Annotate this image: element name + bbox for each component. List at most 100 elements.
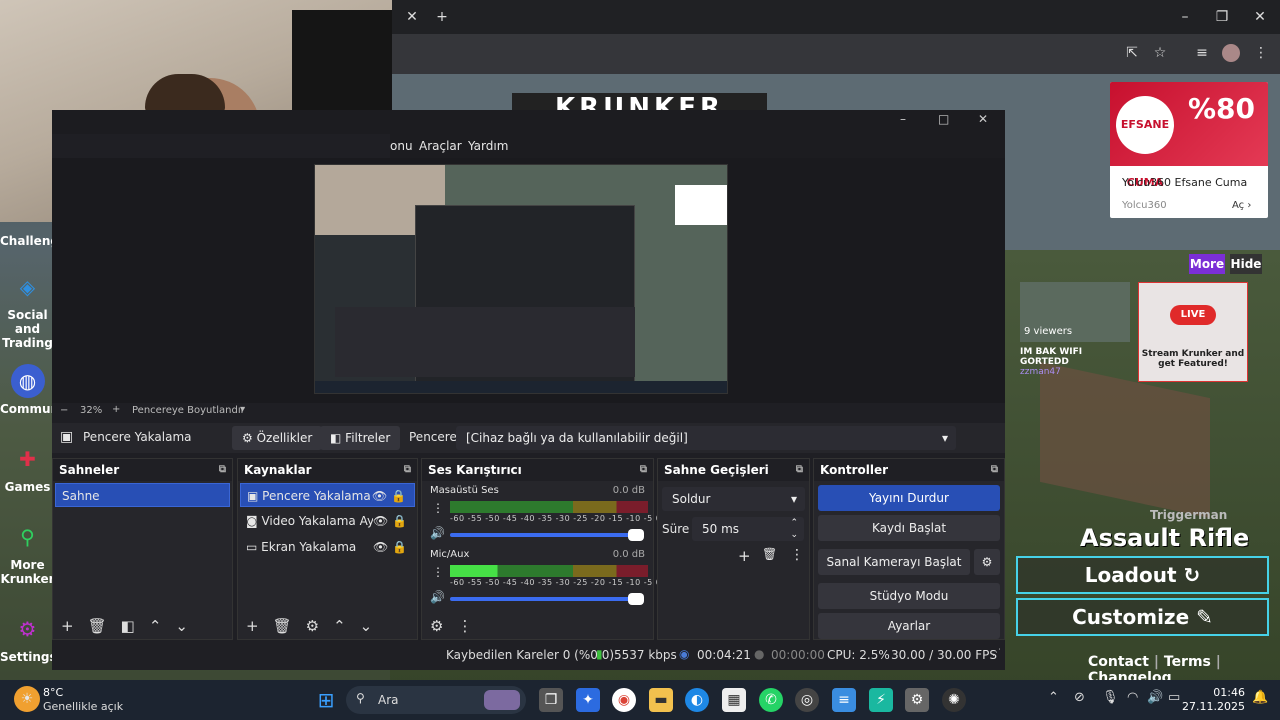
resize-grip-icon[interactable]: ⋰ xyxy=(992,648,1001,658)
contact-link[interactable]: Contact xyxy=(1088,654,1149,670)
trash-icon[interactable]: 🗑 xyxy=(88,617,107,635)
stream-card[interactable]: 9 viewers IM BAK WIFI GORTEDD zzman47 xyxy=(1020,282,1130,382)
preview-canvas[interactable] xyxy=(314,164,728,394)
close-window-icon[interactable]: ✕ xyxy=(1246,3,1274,31)
filters-button[interactable]: ◧ Filtreler xyxy=(320,426,401,450)
close-tab-icon[interactable]: ✕ xyxy=(398,3,426,31)
source-item[interactable]: ▣ Pencere Yakalama 👁 🔒 xyxy=(240,483,415,507)
add-icon[interactable]: + xyxy=(246,617,259,635)
tray-app-icon[interactable]: ⊘ xyxy=(1074,690,1085,705)
kebab-menu-icon[interactable]: ⋮ xyxy=(432,501,444,515)
chevron-up-icon[interactable]: ⌃ xyxy=(149,617,162,635)
notepad-icon[interactable]: ≡ xyxy=(832,688,856,712)
media-icon[interactable]: ≡ xyxy=(1188,39,1216,67)
bookmark-star-icon[interactable]: ☆ xyxy=(1146,39,1174,67)
avatar[interactable] xyxy=(1222,44,1240,62)
maximize-icon[interactable]: □ xyxy=(938,112,949,126)
sidebar-item-games[interactable]: ✚ Games xyxy=(0,442,55,494)
ad-banner[interactable]: EFSANE CUMA %80 Yolcu360 Efsane Cuma Yol… xyxy=(1110,82,1268,218)
start-virtual-camera-button[interactable]: Sanal Kamerayı Başlat xyxy=(818,549,970,575)
source-item[interactable]: ▭ Ekran Yakalama 👁 🔒 xyxy=(240,535,415,559)
task-view-icon[interactable]: ❐ xyxy=(539,688,563,712)
windows-start-icon[interactable]: ⊞ xyxy=(314,688,338,712)
studio-mode-button[interactable]: Stüdyo Modu xyxy=(818,583,1000,609)
sidebar-item-more-krunker[interactable]: ⚲ More Krunker xyxy=(0,520,55,586)
minimize-icon[interactable]: – xyxy=(1171,3,1199,31)
gear-icon[interactable]: ⚙ xyxy=(306,617,319,635)
minimize-icon[interactable]: – xyxy=(900,112,906,126)
more-button[interactable]: More xyxy=(1189,254,1225,274)
volume-slider[interactable] xyxy=(450,529,644,541)
wifi-icon[interactable]: ◠ xyxy=(1127,690,1138,705)
customize-button[interactable]: Customize ✎ xyxy=(1016,598,1269,636)
chrome-icon[interactable]: ◉ xyxy=(612,688,636,712)
store-icon[interactable]: ▦ xyxy=(722,688,746,712)
microphone-icon[interactable]: 🎙 xyxy=(1102,690,1119,705)
sidebar-item-challenge[interactable]: Challenge xyxy=(0,234,67,248)
source-item[interactable]: ◙ Video Yakalama Aygı 👁 🔒 xyxy=(240,509,415,533)
scene-item[interactable]: Sahne xyxy=(55,483,230,507)
ad-cta[interactable]: Aç › xyxy=(1232,200,1251,211)
maximize-icon[interactable]: ❐ xyxy=(1208,3,1236,31)
dock-icon[interactable]: ⧉ xyxy=(991,459,998,481)
stop-streaming-button[interactable]: Yayını Durdur xyxy=(818,485,1000,511)
slider-knob[interactable] xyxy=(628,593,644,605)
stepper-icon[interactable]: ⌃ ⌄ xyxy=(790,517,798,541)
loadout-button[interactable]: Loadout ↻ xyxy=(1016,556,1269,594)
chevron-down-icon[interactable]: ▾ xyxy=(240,404,245,415)
stream-card-featured[interactable]: LIVE Stream Krunker and get Featured! xyxy=(1138,282,1248,382)
hide-button[interactable]: Hide xyxy=(1230,254,1262,274)
slider-knob[interactable] xyxy=(628,529,644,541)
start-recording-button[interactable]: Kaydı Başlat xyxy=(818,515,1000,541)
battery-icon[interactable]: ▭ xyxy=(1168,690,1180,705)
chatgpt-icon[interactable]: ✺ xyxy=(942,688,966,712)
app-icon[interactable]: ⚡ xyxy=(869,688,893,712)
duration-input[interactable]: 50 ms ⌃ ⌄ xyxy=(692,517,804,541)
copilot-icon[interactable]: ✦ xyxy=(576,688,600,712)
taskbar-search[interactable]: ⚲ Ara xyxy=(346,686,526,714)
dock-icon[interactable]: ⧉ xyxy=(640,459,647,481)
kebab-menu-icon[interactable]: ⋮ xyxy=(790,547,804,563)
properties-button[interactable]: ⚙ Özellikler xyxy=(232,426,323,450)
chevron-down-icon[interactable]: ⌄ xyxy=(360,617,373,635)
steam-icon[interactable]: ◎ xyxy=(795,688,819,712)
menu-item-tools[interactable]: Araçlar xyxy=(419,139,462,153)
transition-select[interactable]: Soldur ▾ xyxy=(662,487,805,511)
visibility-icon[interactable]: 👁 🔒 xyxy=(372,484,406,508)
chevron-down-icon[interactable]: ⌄ xyxy=(175,617,188,635)
whatsapp-icon[interactable]: ✆ xyxy=(759,688,783,712)
trash-icon[interactable]: 🗑 xyxy=(273,617,292,635)
zoom-in-icon[interactable]: + xyxy=(112,404,120,415)
visibility-icon[interactable]: 👁 🔒 xyxy=(373,535,407,559)
dock-icon[interactable]: ⧉ xyxy=(796,459,803,481)
window-select[interactable]: [Cihaz bağlı ya da kullanılabilir değil]… xyxy=(456,426,956,450)
sidebar-item-community[interactable]: ◍ Communi xyxy=(0,364,63,416)
settings-button[interactable]: Ayarlar xyxy=(818,613,1000,639)
add-icon[interactable]: + xyxy=(738,547,751,565)
volume-icon[interactable]: 🔊 xyxy=(1147,690,1163,705)
dock-icon[interactable]: ⧉ xyxy=(404,459,411,481)
clock-date[interactable]: 27.11.2025 xyxy=(1180,700,1245,713)
speaker-icon[interactable]: 🔊 xyxy=(430,590,445,604)
menu-item-help[interactable]: Yardım xyxy=(468,139,508,153)
kebab-menu-icon[interactable]: ⋮ xyxy=(1247,39,1275,67)
gear-icon[interactable]: ⚙ xyxy=(974,549,1000,575)
notification-icon[interactable]: 🔔 xyxy=(1252,690,1268,705)
fit-window-button[interactable]: Pencereye Boyutlandır xyxy=(132,405,245,416)
settings-icon[interactable]: ⚙ xyxy=(905,688,929,712)
new-tab-icon[interactable]: + xyxy=(428,3,456,31)
sidebar-item-social[interactable]: ◈ Social and Trading xyxy=(0,270,55,350)
dock-icon[interactable]: ⧉ xyxy=(219,459,226,481)
tray-chevron-up-icon[interactable]: ⌃ xyxy=(1048,690,1059,705)
install-icon[interactable]: ⇱ xyxy=(1118,39,1146,67)
terms-link[interactable]: Terms xyxy=(1164,654,1211,670)
close-icon[interactable]: ✕ xyxy=(978,112,988,126)
zoom-out-icon[interactable]: − xyxy=(60,405,68,416)
volume-slider[interactable] xyxy=(450,593,644,605)
speaker-icon[interactable]: 🔊 xyxy=(430,526,445,540)
gear-icon[interactable]: ⚙ xyxy=(430,617,443,635)
filter-icon[interactable]: ◧ xyxy=(121,617,135,635)
trash-icon[interactable]: 🗑 xyxy=(762,547,777,561)
kebab-menu-icon[interactable]: ⋮ xyxy=(432,565,444,579)
edge-icon[interactable]: ◐ xyxy=(685,688,709,712)
